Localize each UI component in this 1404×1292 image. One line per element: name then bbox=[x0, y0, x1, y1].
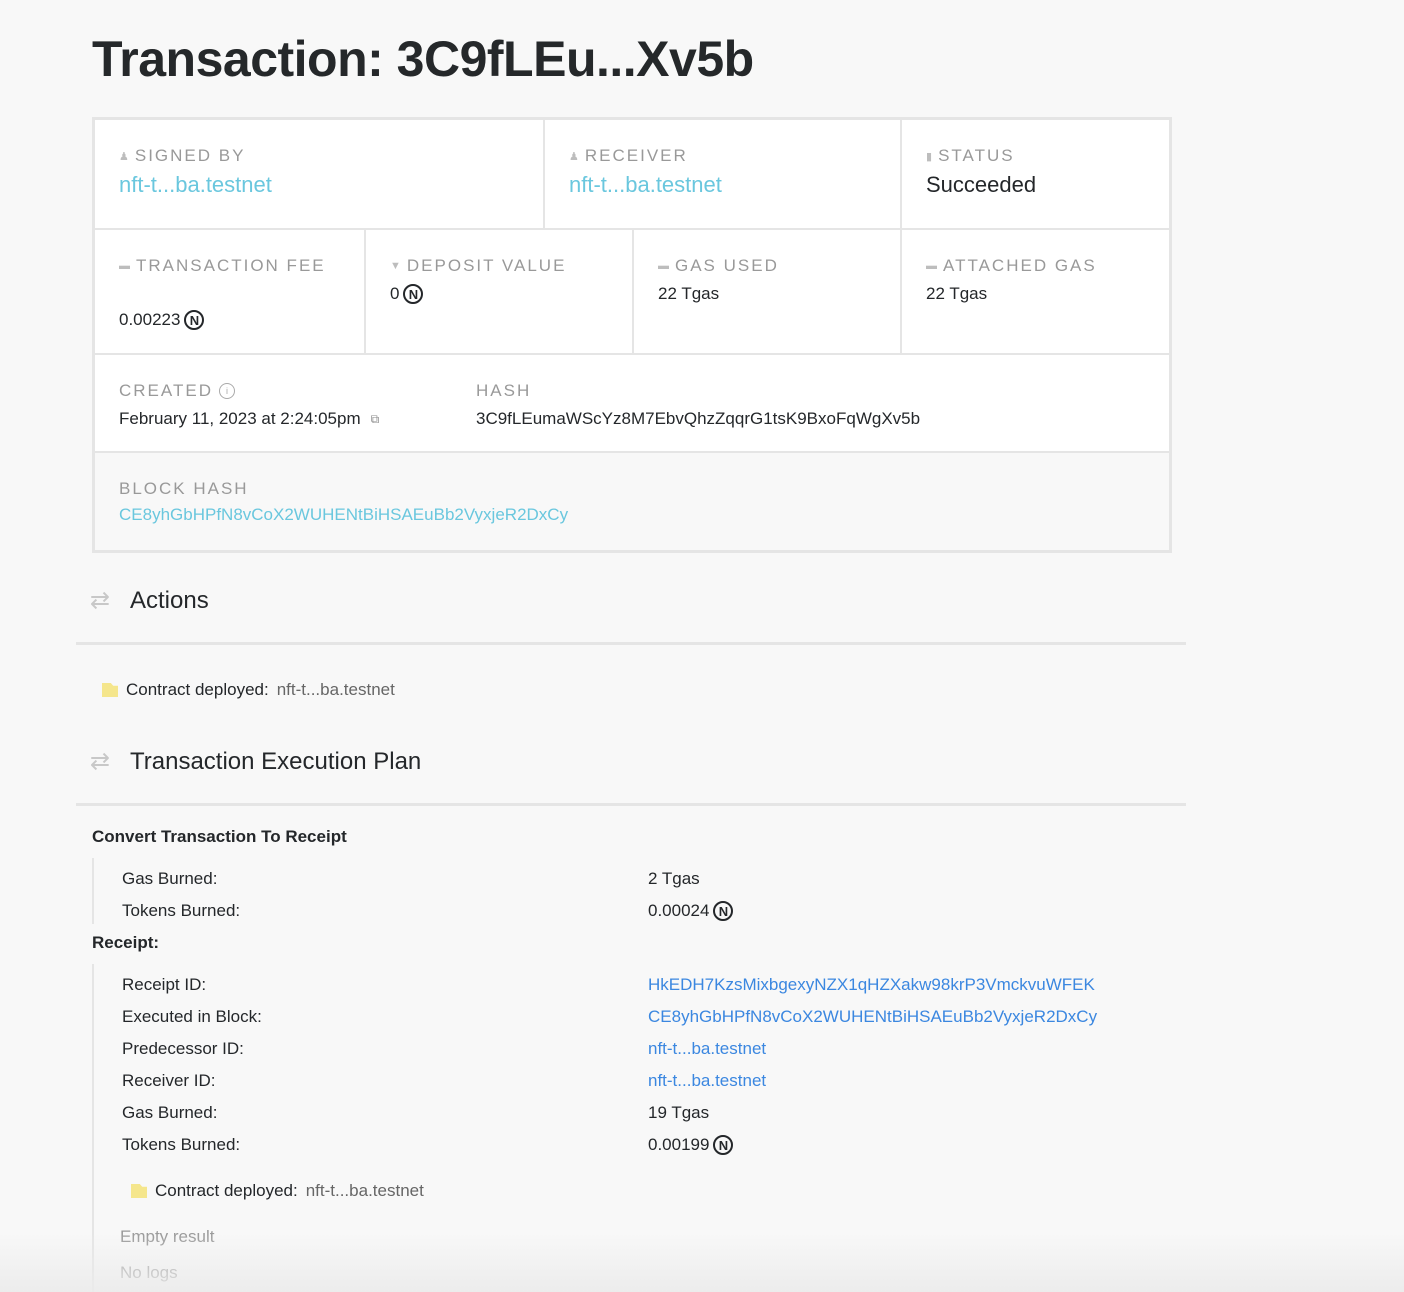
comment-icon: ▮ bbox=[926, 150, 933, 163]
gas-used-value: 22 Tgas bbox=[658, 284, 720, 303]
copy-icon[interactable]: ⧉ bbox=[371, 412, 380, 427]
database-icon: ▬ bbox=[119, 260, 130, 272]
receipt-id-link[interactable]: HkEDH7KzsMixbgexyNZX1qHZXakw98krP3Vmckvu… bbox=[648, 975, 1095, 995]
receipt-heading: Receipt: bbox=[92, 933, 160, 952]
predecessor-link[interactable]: nft-t...ba.testnet bbox=[648, 1039, 766, 1059]
status-value: Succeeded bbox=[926, 172, 1037, 197]
filter-icon: ▼ bbox=[390, 260, 401, 272]
deposit-value-cell: ▼ DEPOSIT VALUE 0 N bbox=[366, 230, 632, 353]
row-key: Receiver ID: bbox=[122, 1071, 216, 1090]
receiver-label: ♟ RECEIVER bbox=[569, 146, 900, 166]
person-icon: ♟ bbox=[119, 150, 129, 163]
actions-section-header: ⇄ Actions bbox=[90, 586, 209, 615]
hash-cell: HASH 3C9fLEumaWScYz8M7EbvQhzZqqrG1tsK9Bx… bbox=[452, 355, 1169, 451]
actions-title: Actions bbox=[130, 586, 209, 614]
signed-by-link[interactable]: nft-t...ba.testnet bbox=[119, 172, 543, 198]
action-account: nft-t...ba.testnet bbox=[305, 1181, 424, 1200]
transfer-arrows-icon: ⇄ bbox=[90, 748, 111, 775]
receipt-action-item: Contract deployed: nft-t...ba.testnet bbox=[131, 1181, 424, 1201]
row-key: Receipt ID: bbox=[122, 975, 207, 994]
row-value: 2 Tgas bbox=[648, 869, 700, 888]
result-text: Empty result bbox=[120, 1227, 215, 1246]
near-token-icon: N bbox=[403, 284, 424, 304]
transaction-summary-card: ♟ SIGNED BY nft-t...ba.testnet ♟ RECEIVE… bbox=[92, 117, 1172, 553]
folder-icon bbox=[102, 683, 118, 697]
tokens-amount: 0.00199 bbox=[648, 1135, 710, 1154]
database-icon: ▬ bbox=[926, 260, 937, 272]
row-value: 19 Tgas bbox=[648, 1103, 710, 1122]
receiver-label-text: RECEIVER bbox=[584, 146, 688, 165]
attached-gas-value: 22 Tgas bbox=[926, 284, 988, 303]
status-label-text: STATUS bbox=[938, 146, 1015, 165]
transaction-fee-value: 0.00223 N bbox=[119, 310, 364, 330]
execution-plan-section-header: ⇄ Transaction Execution Plan bbox=[90, 747, 421, 776]
info-icon[interactable]: i bbox=[218, 383, 235, 399]
signed-by-label: ♟ SIGNED BY bbox=[119, 146, 543, 166]
deposit-value-amount: 0 bbox=[390, 284, 400, 303]
attached-gas-label-text: ATTACHED GAS bbox=[943, 256, 1097, 275]
created-label-text: CREATED bbox=[119, 381, 213, 400]
block-link[interactable]: CE8yhGbHPfN8vCoX2WUHENtBiHSAEuBb2VyxjeR2… bbox=[648, 1007, 1097, 1027]
created-cell: CREATED i February 11, 2023 at 2:24:05pm… bbox=[95, 355, 475, 451]
status-label: ▮ STATUS bbox=[926, 146, 1169, 166]
page-title: Transaction: 3C9fLEu...Xv5b bbox=[92, 31, 754, 87]
transaction-fee-amount: 0.00223 bbox=[119, 310, 181, 329]
deposit-value-value: 0 N bbox=[390, 284, 632, 304]
row-value: 0.00024 N bbox=[648, 901, 734, 921]
row-key: Predecessor ID: bbox=[122, 1039, 244, 1058]
person-icon: ♟ bbox=[569, 150, 579, 163]
hash-label-text: HASH bbox=[476, 381, 532, 400]
receiver-cell: ♟ RECEIVER nft-t...ba.testnet bbox=[545, 120, 900, 228]
signed-by-cell: ♟ SIGNED BY nft-t...ba.testnet bbox=[95, 120, 543, 228]
block-hash-link[interactable]: CE8yhGbHPfN8vCoX2WUHENtBiHSAEuBb2VyxjeR2… bbox=[119, 505, 1169, 525]
convert-heading: Convert Transaction To Receipt bbox=[92, 827, 347, 846]
section-divider bbox=[76, 803, 1186, 806]
database-icon: ▬ bbox=[658, 260, 669, 272]
deposit-value-label-text: DEPOSIT VALUE bbox=[406, 256, 567, 275]
row-key: Tokens Burned: bbox=[122, 901, 241, 920]
action-label: Contract deployed: bbox=[126, 680, 269, 699]
gas-used-cell: ▬ GAS USED 22 Tgas bbox=[634, 230, 900, 353]
deposit-value-label: ▼ DEPOSIT VALUE bbox=[390, 256, 632, 276]
block-hash-label-text: BLOCK HASH bbox=[119, 479, 249, 498]
attached-gas-label: ▬ ATTACHED GAS bbox=[926, 256, 1169, 276]
transaction-fee-label-text: TRANSACTION FEE bbox=[136, 256, 326, 275]
block-hash-label: BLOCK HASH bbox=[119, 479, 1169, 499]
row-value: 0.00199 N bbox=[648, 1135, 734, 1155]
hash-value: 3C9fLEumaWScYz8M7EbvQhzZqqrG1tsK9BxoFqWg… bbox=[476, 409, 921, 428]
status-cell: ▮ STATUS Succeeded bbox=[902, 120, 1169, 228]
action-item: Contract deployed: nft-t...ba.testnet bbox=[102, 680, 395, 700]
near-token-icon: N bbox=[713, 901, 734, 921]
created-value: February 11, 2023 at 2:24:05pm ⧉ bbox=[119, 409, 475, 429]
execution-plan-title: Transaction Execution Plan bbox=[130, 747, 422, 775]
gas-used-label: ▬ GAS USED bbox=[658, 256, 900, 276]
action-account: nft-t...ba.testnet bbox=[276, 680, 395, 699]
signed-by-label-text: SIGNED BY bbox=[134, 146, 246, 165]
receiver-link[interactable]: nft-t...ba.testnet bbox=[569, 172, 900, 198]
transaction-fee-label: ▬ TRANSACTION FEE bbox=[119, 256, 364, 276]
receiver-link[interactable]: nft-t...ba.testnet bbox=[648, 1071, 766, 1091]
attached-gas-cell: ▬ ATTACHED GAS 22 Tgas bbox=[902, 230, 1169, 353]
row-key: Gas Burned: bbox=[122, 1103, 218, 1122]
convert-details: Gas Burned: 2 Tgas Tokens Burned: 0.0002… bbox=[92, 858, 1174, 924]
folder-icon bbox=[131, 1184, 147, 1198]
created-date: February 11, 2023 at 2:24:05pm bbox=[119, 409, 361, 428]
transaction-page: Transaction: 3C9fLEu...Xv5b ♟ SIGNED BY … bbox=[0, 0, 1404, 1292]
near-token-icon: N bbox=[713, 1135, 734, 1155]
section-divider bbox=[76, 642, 1186, 645]
near-token-icon: N bbox=[184, 310, 205, 330]
row-key: Tokens Burned: bbox=[122, 1135, 241, 1154]
hash-label: HASH bbox=[476, 381, 1169, 401]
transaction-fee-cell: ▬ TRANSACTION FEE 0.00223 N bbox=[95, 230, 364, 353]
gas-used-label-text: GAS USED bbox=[675, 256, 779, 275]
row-key: Executed in Block: bbox=[122, 1007, 262, 1026]
created-label: CREATED i bbox=[119, 381, 475, 401]
tokens-amount: 0.00024 bbox=[648, 901, 710, 920]
receipt-details: Receipt ID: HkEDH7KzsMixbgexyNZX1qHZXakw… bbox=[92, 964, 1174, 1292]
action-label: Contract deployed: bbox=[155, 1181, 298, 1200]
transfer-arrows-icon: ⇄ bbox=[90, 587, 111, 614]
block-hash-cell: BLOCK HASH CE8yhGbHPfN8vCoX2WUHENtBiHSAE… bbox=[95, 453, 1169, 550]
row-key: Gas Burned: bbox=[122, 869, 218, 888]
logs-text: No logs bbox=[120, 1263, 178, 1282]
